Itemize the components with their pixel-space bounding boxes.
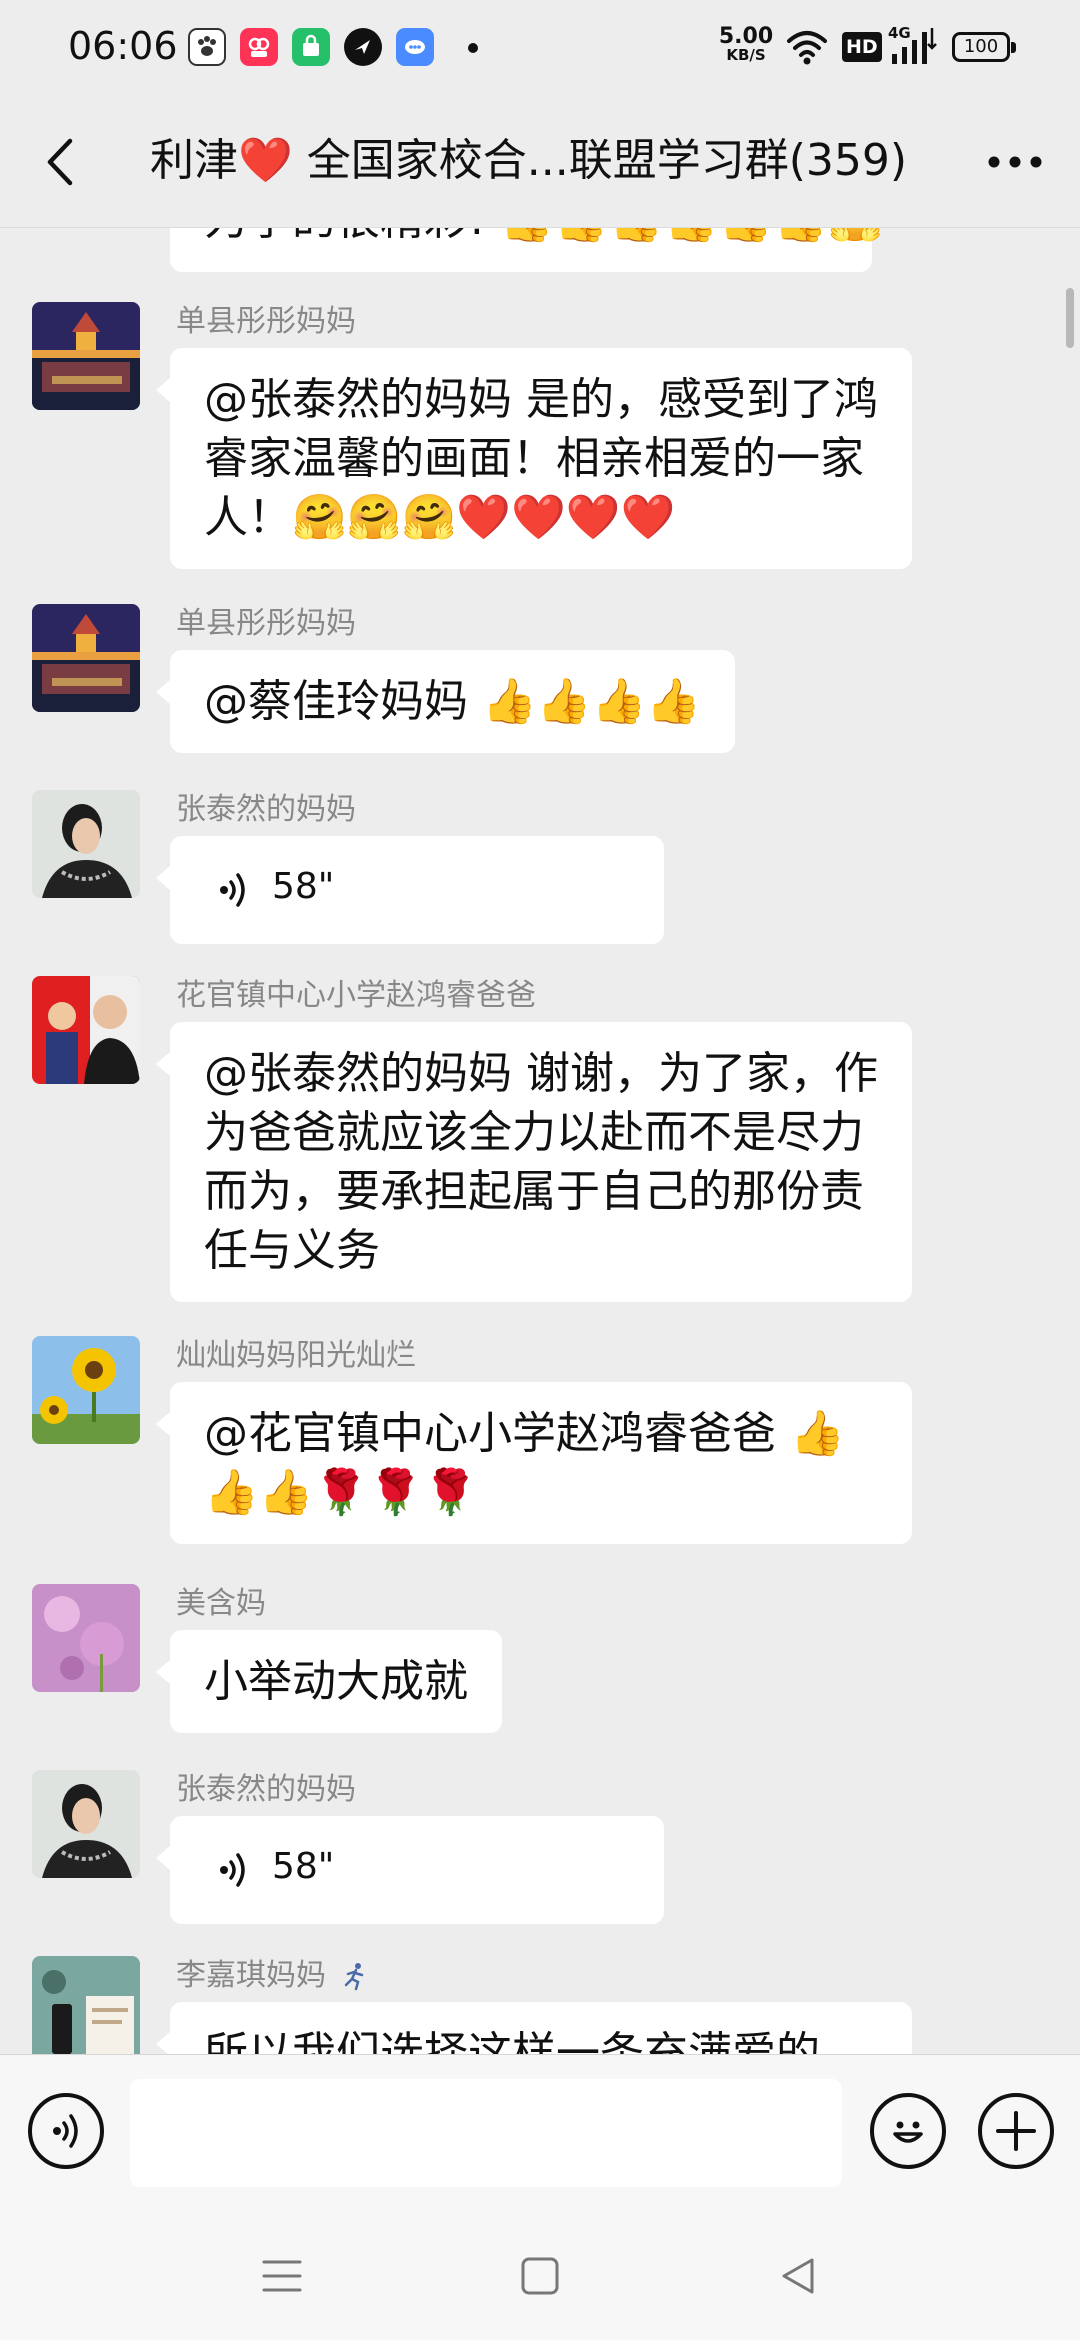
message-text: @花官镇中心小学赵鸿睿爸爸 👍	[204, 1408, 845, 1459]
message-bubble[interactable]: 力学的很精彩! 👍👍👍👍👍👍🤗	[170, 228, 883, 272]
smiley-icon	[893, 2121, 923, 2143]
more-options-button[interactable]	[980, 128, 1050, 196]
video-app-icon	[240, 28, 278, 66]
message-bubble[interactable]: @花官镇中心小学赵鸿睿爸爸 👍 👍👍🌹🌹🌹	[156, 1382, 912, 1544]
square-home-icon	[521, 2257, 559, 2295]
avatar[interactable]	[32, 1584, 140, 1692]
battery-indicator: 100	[952, 32, 1016, 62]
message-bubble[interactable]: 所以我们选择这样一条充满爱的	[156, 2002, 912, 2054]
sender-name: 灿灿妈妈阳光灿烂	[176, 1338, 416, 1373]
back-nav-button[interactable]	[758, 2236, 838, 2316]
message-bubble[interactable]: @张泰然的妈妈 是的，感受到了鸿睿家温馨的画面！相亲相爱的一家人！🤗🤗🤗❤️❤️…	[156, 348, 912, 569]
menu-nav-button[interactable]	[242, 2236, 322, 2316]
voice-duration: 58"	[272, 1846, 335, 1887]
avatar[interactable]	[32, 1336, 140, 1444]
plus-icon	[996, 2111, 1036, 2151]
chat-header: 利津❤️ 全国家校合...联盟学习群(359)	[0, 96, 1080, 228]
sender-name: 李嘉琪妈妈	[176, 1956, 370, 1996]
back-button[interactable]	[30, 128, 90, 196]
message-text: @张泰然的妈妈 是的，感受到了鸿睿家温馨的画面！相亲相爱的一家人！🤗🤗🤗❤️❤️…	[204, 374, 878, 543]
avatar[interactable]	[32, 790, 140, 898]
scrollbar-thumb[interactable]	[1066, 288, 1074, 348]
message-text: @蔡佳玲妈妈 👍👍👍👍	[204, 676, 702, 727]
voice-input-button[interactable]	[28, 2093, 104, 2169]
running-figure-icon	[344, 1963, 364, 1991]
blue-chat-app-icon	[396, 28, 434, 66]
wifi-icon	[786, 28, 828, 70]
green-bag-app-icon	[292, 28, 330, 66]
status-bar: 06:06 5.00 KB/S HD 4G 100	[0, 0, 1080, 96]
avatar[interactable]	[32, 302, 140, 410]
sender-name: 单县彤彤妈妈	[176, 304, 356, 339]
chevron-left-icon	[47, 138, 73, 186]
voice-wave-icon	[220, 873, 245, 907]
sender-name-text: 李嘉琪妈妈	[176, 1958, 326, 1993]
network-speed: 5.00 KB/S	[716, 26, 776, 63]
avatar[interactable]	[32, 1956, 140, 2054]
message-text: 力学的很精彩! 👍👍👍👍👍👍🤗	[204, 228, 883, 245]
message-input[interactable]	[130, 2079, 842, 2187]
message-bubble[interactable]: @张泰然的妈妈 谢谢，为了家，作为爸爸就应该全力以赴而不是尽力而为，要承担起属于…	[156, 1022, 912, 1302]
emoji-button[interactable]	[870, 2093, 946, 2169]
signal-icon: 4G	[888, 24, 938, 68]
input-bar	[0, 2054, 1080, 2206]
message-text: 👍👍🌹🌹🌹	[204, 1467, 478, 1518]
more-dots-icon	[988, 156, 1042, 168]
message-text: 小举动大成就	[204, 1656, 468, 1707]
home-nav-button[interactable]	[500, 2236, 580, 2316]
status-time: 06:06	[68, 24, 178, 68]
sender-name: 张泰然的妈妈	[176, 792, 356, 827]
notification-dot	[468, 43, 478, 53]
voice-wave-icon	[53, 2114, 78, 2148]
network-speed-value: 5.00	[718, 24, 774, 49]
menu-lines-icon	[262, 2260, 302, 2292]
message-text: @张泰然的妈妈 谢谢，为了家，作为爸爸就应该全力以赴而不是尽力而为，要承担起属于…	[204, 1048, 878, 1276]
avatar[interactable]	[32, 604, 140, 712]
avatar[interactable]	[32, 1770, 140, 1878]
sender-name: 张泰然的妈妈	[176, 1772, 356, 1807]
chat-message-list[interactable]: 力学的很精彩! 👍👍👍👍👍👍🤗 单县彤彤妈妈 @张泰然的妈妈 是的，感受到了鸿睿…	[0, 228, 1080, 2054]
chat-title: 利津❤️ 全国家校合...联盟学习群(359)	[150, 135, 908, 186]
network-speed-unit: KB/S	[726, 46, 766, 64]
sender-name: 单县彤彤妈妈	[176, 606, 356, 641]
triangle-back-icon	[782, 2258, 814, 2294]
sender-name: 美含妈	[176, 1586, 266, 1621]
voice-wave-icon	[220, 1853, 245, 1887]
more-functions-button[interactable]	[978, 2093, 1054, 2169]
paw-app-icon	[188, 28, 226, 66]
message-bubble[interactable]: @蔡佳玲妈妈 👍👍👍👍	[155, 650, 736, 753]
sender-name: 花官镇中心小学赵鸿睿爸爸	[176, 978, 536, 1013]
voice-message-bubble[interactable]: 58"	[156, 836, 664, 944]
message-bubble[interactable]: 小举动大成就	[156, 1630, 502, 1733]
avatar[interactable]	[32, 976, 140, 1084]
voice-message-bubble[interactable]: 58"	[156, 1816, 664, 1924]
voice-duration: 58"	[272, 866, 335, 907]
message-text: 所以我们选择这样一条充满爱的	[204, 2028, 820, 2054]
hd-badge: HD	[842, 32, 882, 62]
system-navigation-bar	[0, 2206, 1080, 2340]
black-bird-app-icon	[344, 28, 382, 66]
